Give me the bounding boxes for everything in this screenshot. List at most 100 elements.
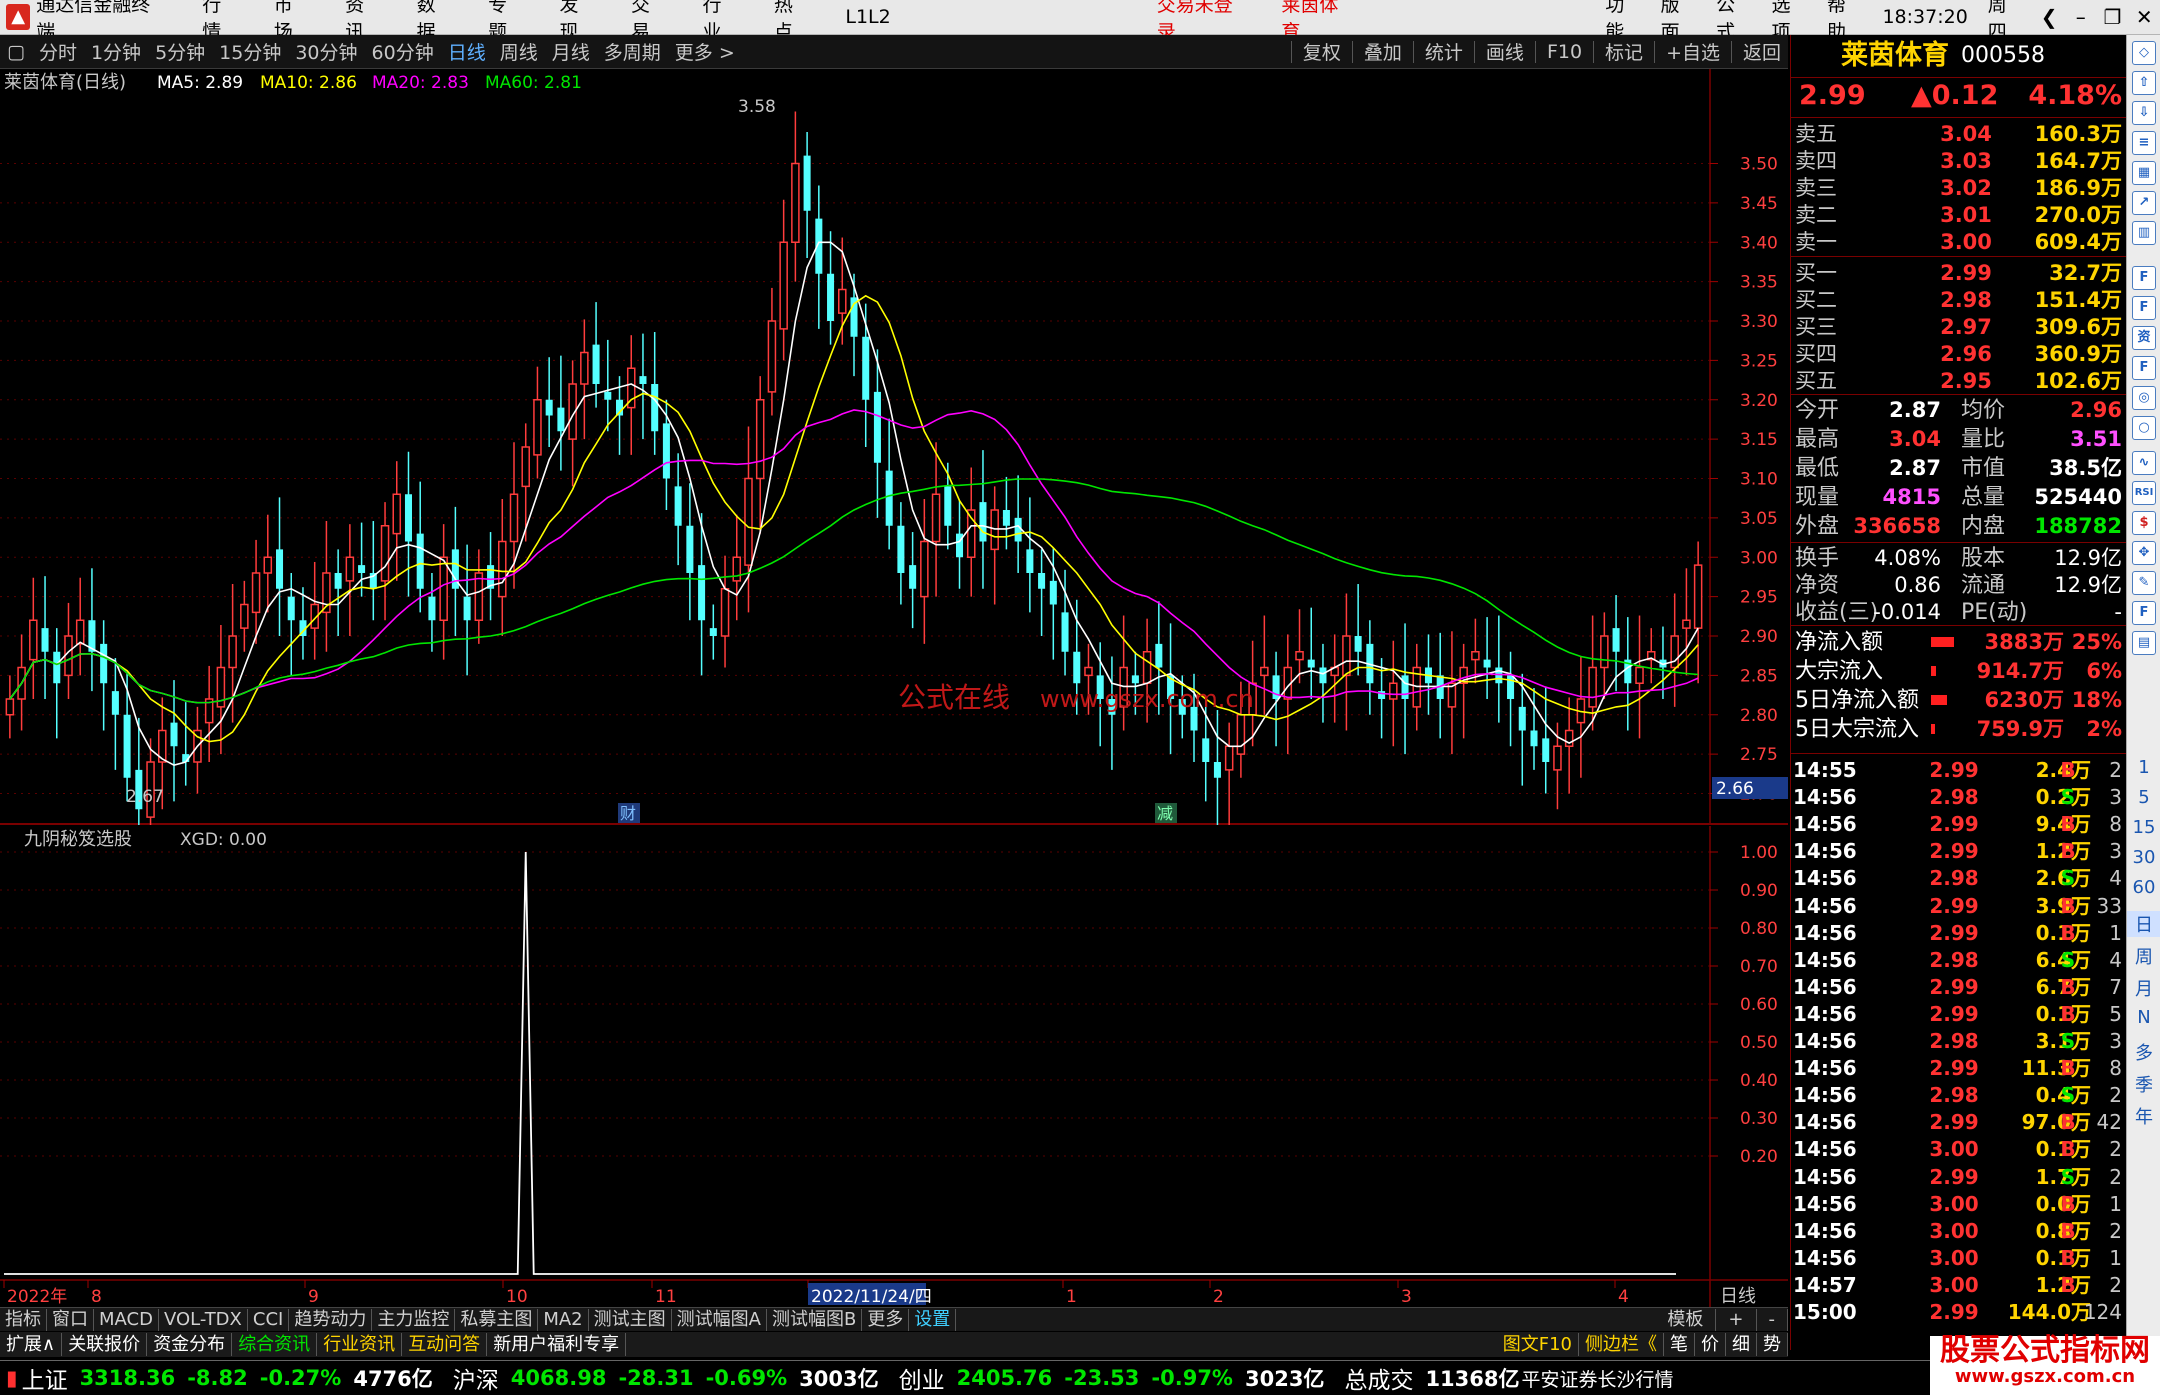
tool-fanhui[interactable]: 返回 xyxy=(1736,38,1788,65)
menu-item-l1l2[interactable]: L1L2 xyxy=(827,6,908,28)
indicator-tab[interactable]: 测试幅图A xyxy=(672,1308,767,1331)
extension-tool[interactable]: 势 xyxy=(1757,1333,1788,1356)
period-30min[interactable]: 30分钟 xyxy=(288,38,364,65)
period-daily[interactable]: 日线 xyxy=(441,38,493,65)
candlestick-chart[interactable]: 3.50 3.45 3.40 3.35 3.30 3.25 3.20 3.15 3.10 3.05… xyxy=(0,69,1788,825)
candle-body-up xyxy=(1295,651,1304,661)
period-weekly[interactable]: 周线 xyxy=(493,38,545,65)
tab-tool[interactable]: 模板 xyxy=(1655,1308,1717,1331)
f-icon[interactable]: F xyxy=(2132,266,2156,290)
extension-tool[interactable]: 笔 xyxy=(1664,1333,1695,1356)
extension-tool[interactable]: 细 xyxy=(1726,1333,1757,1356)
indicator-tab[interactable]: 主力监控 xyxy=(372,1308,456,1331)
f2-icon[interactable]: F xyxy=(2132,356,2156,380)
sidebar-period-year[interactable]: 年 xyxy=(2127,1103,2160,1129)
tab-tool[interactable]: + xyxy=(1716,1308,1757,1331)
minimize-icon[interactable]: – xyxy=(2065,5,2097,29)
period-monthly[interactable]: 月线 xyxy=(545,38,597,65)
circle-icon[interactable]: ○ xyxy=(2132,416,2156,440)
up-icon[interactable]: ⇧ xyxy=(2132,71,2156,95)
sidebar-period-60[interactable]: 60 xyxy=(2127,877,2160,898)
wave-icon[interactable]: ∿ xyxy=(2132,451,2156,475)
sidebar-period-n[interactable]: N xyxy=(2127,1007,2160,1028)
tool-zixuan[interactable]: +自选 xyxy=(1659,38,1727,65)
indicator-tab[interactable]: 测试主图 xyxy=(589,1308,672,1331)
table-icon[interactable]: ▦ xyxy=(2132,161,2156,185)
index-name[interactable]: 上证 xyxy=(22,1361,68,1395)
bars-icon[interactable]: ▥ xyxy=(2132,221,2156,245)
sidebar-period-month[interactable]: 月 xyxy=(2127,975,2160,1001)
period-1min[interactable]: 1分钟 xyxy=(84,38,148,65)
indicator-tab[interactable]: 窗口 xyxy=(47,1308,94,1331)
extension-tool[interactable]: 价 xyxy=(1695,1333,1726,1356)
tool-tongji[interactable]: 统计 xyxy=(1418,38,1470,65)
index-name[interactable]: 沪深 xyxy=(453,1361,499,1395)
tool-biaoji[interactable]: 标记 xyxy=(1598,38,1650,65)
close-icon[interactable]: ✕ xyxy=(2128,5,2160,29)
sidebar-period-5[interactable]: 5 xyxy=(2127,787,2160,808)
indicator-tab[interactable]: 设置 xyxy=(909,1308,957,1331)
sidebar-period-multi[interactable]: 多 xyxy=(2127,1039,2160,1065)
sidebar-period-1[interactable]: 1 xyxy=(2127,757,2160,778)
indicator-tab[interactable]: 测试幅图B xyxy=(767,1308,863,1331)
back-icon[interactable]: ❮ xyxy=(2033,5,2065,29)
extension-tool[interactable]: 图文F10 xyxy=(1497,1333,1579,1356)
indicator-chart[interactable]: 1.00 0.90 0.80 0.70 0.60 0.50 0.40 0.30 0.20 202… xyxy=(0,826,1788,1310)
indicator-tab[interactable]: 私募主图 xyxy=(455,1308,539,1331)
zixun-icon[interactable]: 资 xyxy=(2132,326,2156,350)
period-60min[interactable]: 60分钟 xyxy=(365,38,441,65)
tool-fuquan[interactable]: 复权 xyxy=(1296,38,1348,65)
tab-tool[interactable]: - xyxy=(1757,1308,1788,1331)
high-label: 3.58 xyxy=(738,97,776,117)
extension-tab[interactable]: 综合资讯 xyxy=(232,1333,318,1356)
tool-diejia[interactable]: 叠加 xyxy=(1357,38,1409,65)
f10-icon[interactable]: F xyxy=(2132,296,2156,320)
indicator-tab[interactable]: 指标 xyxy=(0,1308,47,1331)
indicator-tab[interactable]: 更多 xyxy=(862,1308,910,1331)
extension-tool[interactable]: 侧边栏《 xyxy=(1579,1333,1664,1356)
price-tick-label: 3.30 xyxy=(1740,312,1778,332)
indicator-tab[interactable]: MACD xyxy=(94,1308,159,1331)
indicator-tab[interactable]: MA2 xyxy=(538,1308,589,1331)
list-icon[interactable]: ≡ xyxy=(2132,131,2156,155)
collapse-icon[interactable]: ◇ xyxy=(2132,41,2156,65)
extension-tab[interactable]: 资金分布 xyxy=(147,1333,233,1356)
event-mark-jian[interactable]: 减 xyxy=(1157,804,1173,823)
index-name[interactable]: 创业 xyxy=(899,1361,945,1395)
pen-icon[interactable]: ✎ xyxy=(2132,571,2156,595)
restore-icon[interactable]: ❐ xyxy=(2097,5,2129,29)
period-multi[interactable]: 多周期 xyxy=(597,38,668,65)
site-ad[interactable]: 股票公式指标网 www.gszx.com.cn xyxy=(1930,1336,2160,1395)
tool-huaxian[interactable]: 画线 xyxy=(1479,38,1531,65)
extension-tab[interactable]: 扩展∧ xyxy=(0,1333,63,1356)
layout-toggle-icon[interactable]: ▢ xyxy=(0,41,32,63)
period-more[interactable]: 更多 > xyxy=(668,38,742,65)
move-icon[interactable]: ✥ xyxy=(2132,541,2156,565)
sidebar-period-day[interactable]: 日 xyxy=(2127,911,2160,937)
extension-tab[interactable]: 行业资讯 xyxy=(317,1333,403,1356)
tool-f10[interactable]: F10 xyxy=(1540,41,1589,63)
extension-tab[interactable]: 新用户福利专享 xyxy=(487,1333,627,1356)
period-15min[interactable]: 15分钟 xyxy=(212,38,288,65)
indicator-tab[interactable]: CCI xyxy=(248,1308,290,1331)
sidebar-period-30[interactable]: 30 xyxy=(2127,847,2160,868)
tick-price: 2.99 xyxy=(1929,974,1979,999)
sidebar-period-week[interactable]: 周 xyxy=(2127,943,2160,969)
money-icon[interactable]: $ xyxy=(2132,511,2156,535)
indicator-tab[interactable]: VOL-TDX xyxy=(159,1308,248,1331)
price-tick-label: 2.95 xyxy=(1740,588,1778,608)
event-mark-cai[interactable]: 财 xyxy=(620,804,636,823)
fund-icon[interactable]: ◎ xyxy=(2132,386,2156,410)
indicator-tab[interactable]: 趋势动力 xyxy=(289,1308,373,1331)
grid-icon[interactable]: ▤ xyxy=(2132,631,2156,655)
period-fenshi[interactable]: 分时 xyxy=(32,38,84,65)
sidebar-period-15[interactable]: 15 xyxy=(2127,817,2160,838)
down-icon[interactable]: ⇩ xyxy=(2132,101,2156,125)
extension-tab[interactable]: 互动问答 xyxy=(402,1333,488,1356)
sidebar-period-season[interactable]: 季 xyxy=(2127,1071,2160,1097)
rsi-icon[interactable]: RSI xyxy=(2132,481,2156,505)
f5-icon[interactable]: F xyxy=(2132,601,2156,625)
trend-icon[interactable]: ↗ xyxy=(2132,191,2156,215)
extension-tab[interactable]: 关联报价 xyxy=(62,1333,148,1356)
period-5min[interactable]: 5分钟 xyxy=(148,38,212,65)
